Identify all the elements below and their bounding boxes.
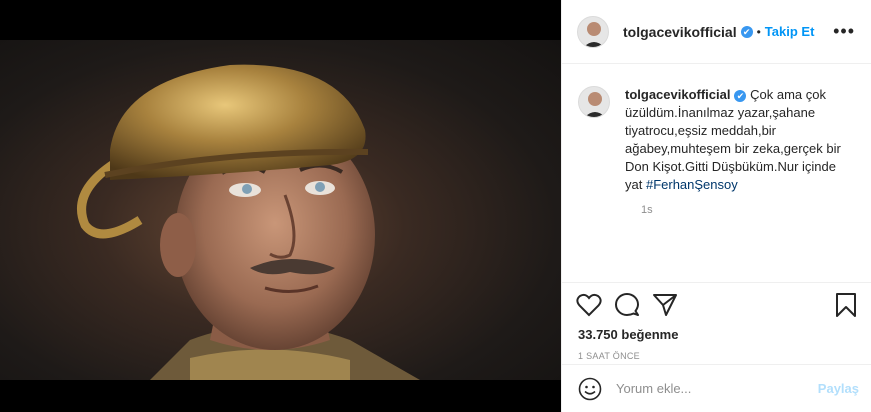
post-header: tolgacevikofficial ✔ • Takip Et ••• [562, 0, 871, 64]
more-icon[interactable]: ••• [833, 22, 855, 40]
post-sidebar: tolgacevikofficial ✔ • Takip Et ••• tolg… [561, 0, 871, 412]
comment-input[interactable]: Yorum ekle... [616, 381, 691, 396]
emoji-icon[interactable] [578, 377, 602, 406]
share-icon[interactable] [652, 293, 678, 322]
caption-row: tolgacevikofficial ✔ Çok ama çok üzüldüm.… [578, 86, 855, 194]
action-icons [576, 293, 857, 319]
comment-bar: Yorum ekle... Paylaş [562, 364, 871, 412]
instagram-post-modal: tolgacevikofficial ✔ • Takip Et ••• tolg… [0, 0, 871, 412]
hashtag-link[interactable]: #FerhanŞensoy [646, 177, 738, 192]
post-media [0, 0, 561, 412]
avatar[interactable] [577, 15, 609, 48]
post-comment-button[interactable]: Paylaş [818, 381, 859, 396]
avatar-image [584, 92, 606, 117]
caption-username[interactable]: tolgacevikofficial [625, 87, 730, 102]
caption-avatar[interactable] [578, 86, 610, 118]
caption-time: 1s [641, 204, 653, 216]
follow-button[interactable]: Takip Et [765, 24, 815, 39]
verified-icon: ✔ [740, 25, 753, 38]
bookmark-icon[interactable] [835, 293, 857, 322]
avatar-image [583, 21, 605, 47]
username-link[interactable]: tolgacevikofficial [623, 24, 737, 40]
heart-icon[interactable] [576, 293, 602, 322]
verified-icon: ✔ [734, 89, 747, 102]
caption-text: tolgacevikofficial ✔ Çok ama çok üzüldüm.… [625, 86, 845, 194]
caption-area: tolgacevikofficial ✔ Çok ama çok üzüldüm.… [562, 64, 871, 282]
likes-count[interactable]: 33.750 beğenme [578, 327, 678, 342]
post-photo[interactable] [0, 40, 561, 380]
separator-dot: • [756, 24, 761, 39]
portrait-illustration [77, 64, 420, 380]
comment-icon[interactable] [614, 293, 640, 322]
post-timestamp: 1 SAAT ÖNCE [578, 351, 640, 361]
